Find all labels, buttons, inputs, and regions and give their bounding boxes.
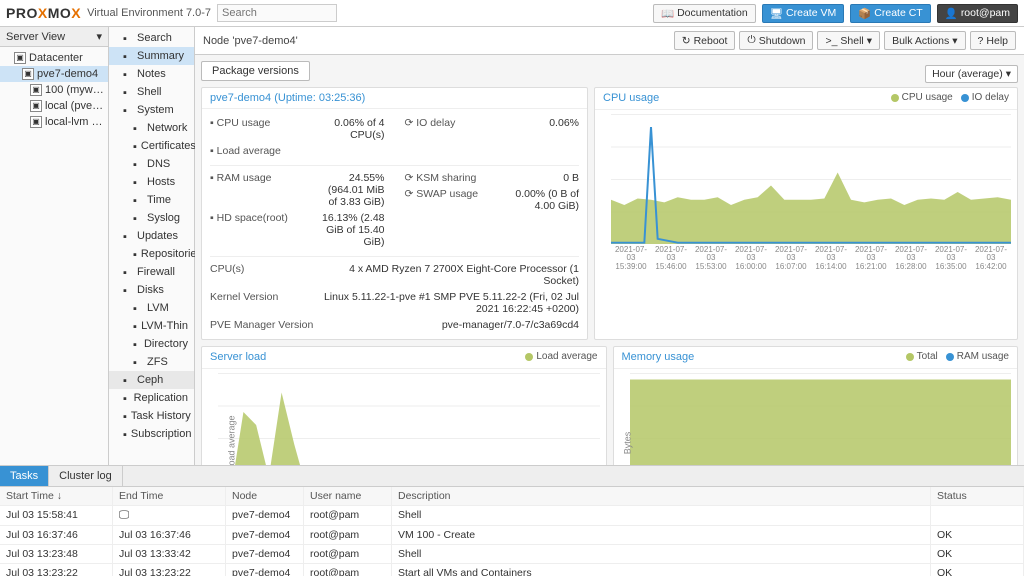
nav-item[interactable]: ▪Syslog [109,209,194,227]
menu-icon: ▪ [123,267,133,277]
load-chart-title: Server load [210,351,266,363]
menu-icon: ▪ [123,69,133,79]
node-icon: ▣ [30,100,42,112]
bulk-actions-button[interactable]: Bulk Actions ▾ [884,31,965,50]
top-bar: PROXMOX Virtual Environment 7.0-7 📖 Docu… [0,0,1024,27]
menu-icon: ▪ [133,141,137,151]
task-row[interactable]: Jul 03 13:23:22Jul 03 13:23:22pve7-demo4… [0,564,1024,576]
node-header: Node 'pve7-demo4' ↻ Reboot ⏻ Shutdown >_… [195,27,1024,55]
menu-icon: ▪ [123,105,133,115]
reboot-button[interactable]: ↻ Reboot [674,31,736,50]
task-table-header: Start Time ↓ End Time Node User name Des… [0,487,1024,506]
nav-panel: ▪Search▪Summary▪Notes▪Shell▪System▪Netwo… [109,27,195,465]
menu-icon: ▪ [133,195,143,205]
tree-item[interactable]: ▣100 (mywebserver) [0,82,108,98]
nav-item[interactable]: ▪LVM-Thin [109,317,194,335]
menu-icon: ▪ [133,339,140,349]
create-vm-button[interactable]: 🖥 Create VM [762,4,845,23]
logo: PROXMOX [6,5,81,21]
tree-item[interactable]: ▣local (pve7-demo4) [0,98,108,114]
menu-icon: ▪ [133,123,143,133]
menu-icon: ▪ [123,375,133,385]
menu-icon: ▪ [123,411,127,421]
cpu-chart [611,114,1011,244]
mem-chart-title: Memory usage [622,351,695,363]
menu-icon: ▪ [133,357,143,367]
nav-item[interactable]: ▪LVM [109,299,194,317]
user-menu[interactable]: 👤 root@pam [937,4,1018,23]
nav-item[interactable]: ▪Ceph [109,371,194,389]
nav-item[interactable]: ▪Hosts [109,173,194,191]
nav-item[interactable]: ▪Network [109,119,194,137]
create-ct-button[interactable]: 📦 Create CT [850,4,931,23]
node-icon: ▣ [22,68,34,80]
tree-item[interactable]: ▣Datacenter [0,50,108,66]
tree-item[interactable]: ▣local-lvm (pve7-demo… [0,114,108,130]
cpu-chart-title: CPU usage [603,92,659,104]
nav-item[interactable]: ▪Disks [109,281,194,299]
task-row[interactable]: Jul 03 15:58:41🖵pve7-demo4root@pamShell [0,506,1024,526]
menu-icon: ▪ [133,177,143,187]
menu-icon: ▪ [123,393,130,403]
menu-icon: ▪ [123,51,133,61]
nav-item[interactable]: ▪Time [109,191,194,209]
nav-item[interactable]: ▪ZFS [109,353,194,371]
search-input[interactable] [217,4,337,22]
menu-icon: ▪ [123,285,133,295]
task-row[interactable]: Jul 03 13:23:48Jul 03 13:33:42pve7-demo4… [0,545,1024,564]
node-icon: ▣ [30,84,42,96]
timerange-select[interactable]: Hour (average) ▾ [925,65,1018,83]
version-label: Virtual Environment 7.0-7 [87,7,211,19]
chevron-down-icon: ▾ [96,30,102,43]
shell-button[interactable]: >_ Shell ▾ [817,31,880,50]
package-versions-button[interactable]: Package versions [201,61,310,81]
load-chart: Load average [218,373,600,466]
shutdown-button[interactable]: ⏻ Shutdown [739,31,813,50]
node-icon: ▣ [30,116,42,128]
menu-icon: ▪ [133,249,137,259]
nav-item[interactable]: ▪Search [109,29,194,47]
node-title: Node 'pve7-demo4' [203,35,298,47]
nav-item[interactable]: ▪Subscription [109,425,194,443]
nav-item[interactable]: ▪Notes [109,65,194,83]
tree-header[interactable]: Server View▾ [0,27,108,47]
tab-tasks[interactable]: Tasks [0,466,49,486]
nav-item[interactable]: ▪Certificates [109,137,194,155]
menu-icon: ▪ [123,429,127,439]
nav-item[interactable]: ▪Directory [109,335,194,353]
docs-button[interactable]: 📖 Documentation [653,4,756,23]
task-row[interactable]: Jul 03 16:37:46Jul 03 16:37:46pve7-demo4… [0,526,1024,545]
nav-item[interactable]: ▪Summary [109,47,194,65]
summary-title: pve7-demo4 (Uptime: 03:25:36) [210,92,365,104]
nav-item[interactable]: ▪DNS [109,155,194,173]
tree-item[interactable]: ▣pve7-demo4 [0,66,108,82]
node-icon: ▣ [14,52,26,64]
menu-icon: ▪ [133,213,143,223]
nav-item[interactable]: ▪System [109,101,194,119]
nav-item[interactable]: ▪Updates [109,227,194,245]
help-button[interactable]: ? Help [970,31,1016,50]
menu-icon: ▪ [133,321,137,331]
menu-icon: ▪ [133,303,143,313]
nav-item[interactable]: ▪Task History [109,407,194,425]
menu-icon: ▪ [133,159,143,169]
nav-item[interactable]: ▪Firewall [109,263,194,281]
nav-item[interactable]: ▪Replication [109,389,194,407]
nav-item[interactable]: ▪Shell [109,83,194,101]
menu-icon: ▪ [123,33,133,43]
nav-item[interactable]: ▪Repositories [109,245,194,263]
tree-panel: Server View▾ ▣Datacenter▣pve7-demo4▣100 … [0,27,109,465]
task-log-panel: Tasks Cluster log Start Time ↓ End Time … [0,465,1024,576]
tab-cluster-log[interactable]: Cluster log [49,466,123,486]
mem-chart: Bytes [630,373,1012,466]
menu-icon: ▪ [123,87,133,97]
menu-icon: ▪ [123,231,133,241]
